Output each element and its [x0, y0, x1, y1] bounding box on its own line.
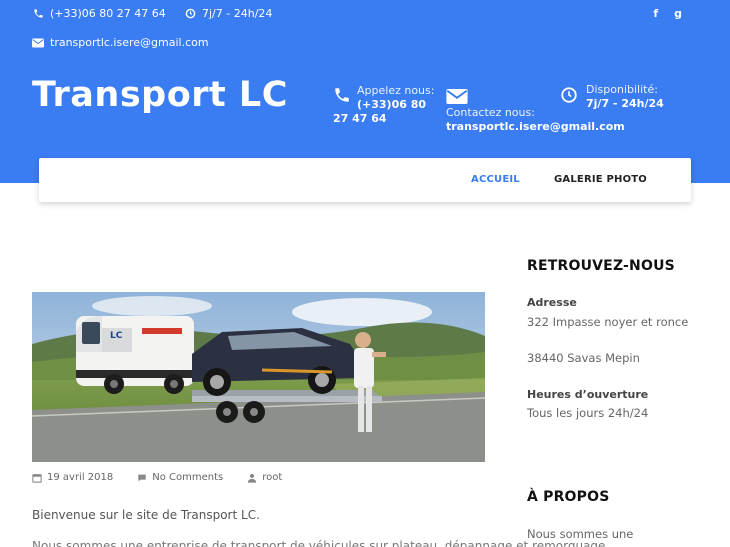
social-links: f g [653, 7, 682, 20]
post-photo: LC [32, 292, 485, 462]
header-phone-value-2: 27 47 64 [333, 112, 387, 125]
topbar-phone-text: (+33)06 80 27 47 64 [50, 7, 166, 20]
post-meta: 19 avril 2018 No Comments root [32, 472, 306, 483]
post-date[interactable]: 19 avril 2018 [32, 472, 113, 483]
header-phone-value-1: (+33)06 80 [357, 98, 427, 111]
post-author-text: root [262, 472, 283, 483]
user-icon [248, 473, 257, 483]
calendar-icon [32, 473, 42, 483]
address-line-2: 38440 Savas Mepin [527, 351, 640, 365]
phone-icon [32, 8, 44, 20]
header-availability-value: 7j/7 - 24h/24 [586, 97, 664, 110]
topbar-email[interactable]: transportlc.isere@gmail.com [32, 36, 209, 49]
topbar-email-text: transportlc.isere@gmail.com [50, 36, 209, 49]
nav-item-galerie-photo[interactable]: GALERIE PHOTO [554, 174, 647, 185]
topbar-hours-text: 7j/7 - 24h/24 [202, 7, 273, 20]
nav-item-accueil[interactable]: ACCUEIL [471, 174, 520, 185]
sidebar-title-a-propos: À PROPOS [527, 489, 610, 505]
sidebar-title-retrouvez-nous: RETROUVEZ-NOUS [527, 258, 675, 274]
svg-text:LC: LC [110, 331, 123, 341]
site-logo[interactable]: Transport LC [32, 75, 288, 115]
post-author[interactable]: root [247, 472, 282, 483]
header-availability: Disponibilité: 7j/7 - 24h/24 [560, 83, 680, 111]
hours-label: Heures d’ouverture [527, 388, 649, 401]
post-featured-image[interactable]: LC [32, 292, 485, 462]
header-phone-label: Appelez nous: [357, 84, 435, 97]
comment-icon [138, 474, 146, 481]
clock-icon [560, 86, 578, 108]
main-nav: ACCUEIL GALERIE PHOTO [39, 158, 691, 202]
about-text: Nous sommes une [527, 527, 634, 541]
google-plus-icon[interactable]: g [674, 7, 682, 20]
post-comments[interactable]: No Comments [137, 472, 223, 483]
topbar-hours: 7j/7 - 24h/24 [184, 7, 272, 20]
facebook-icon[interactable]: f [653, 7, 658, 20]
hours-value: Tous les jours 24h/24 [527, 406, 649, 420]
header-phone[interactable]: Appelez nous: (+33)06 80 27 47 64 [333, 84, 438, 126]
header-contact-value: transportlc.isere@gmail.com [446, 120, 625, 133]
address-label: Adresse [527, 296, 577, 309]
envelope-icon [32, 37, 44, 49]
top-bar: (+33)06 80 27 47 64 7j/7 - 24h/24 transp… [0, 0, 730, 57]
post-comments-text: No Comments [152, 472, 224, 483]
post-date-text: 19 avril 2018 [47, 472, 114, 483]
clock-icon [184, 8, 196, 20]
post-excerpt: Bienvenue sur le site de Transport LC. [32, 508, 260, 522]
address-line-1: 322 Impasse noyer et ronce [527, 315, 689, 329]
topbar-phone[interactable]: (+33)06 80 27 47 64 [32, 7, 166, 20]
phone-icon [333, 86, 351, 108]
post-excerpt-continued: Nous sommes une entreprise de transport … [32, 539, 606, 547]
header-availability-label: Disponibilité: [586, 83, 658, 96]
